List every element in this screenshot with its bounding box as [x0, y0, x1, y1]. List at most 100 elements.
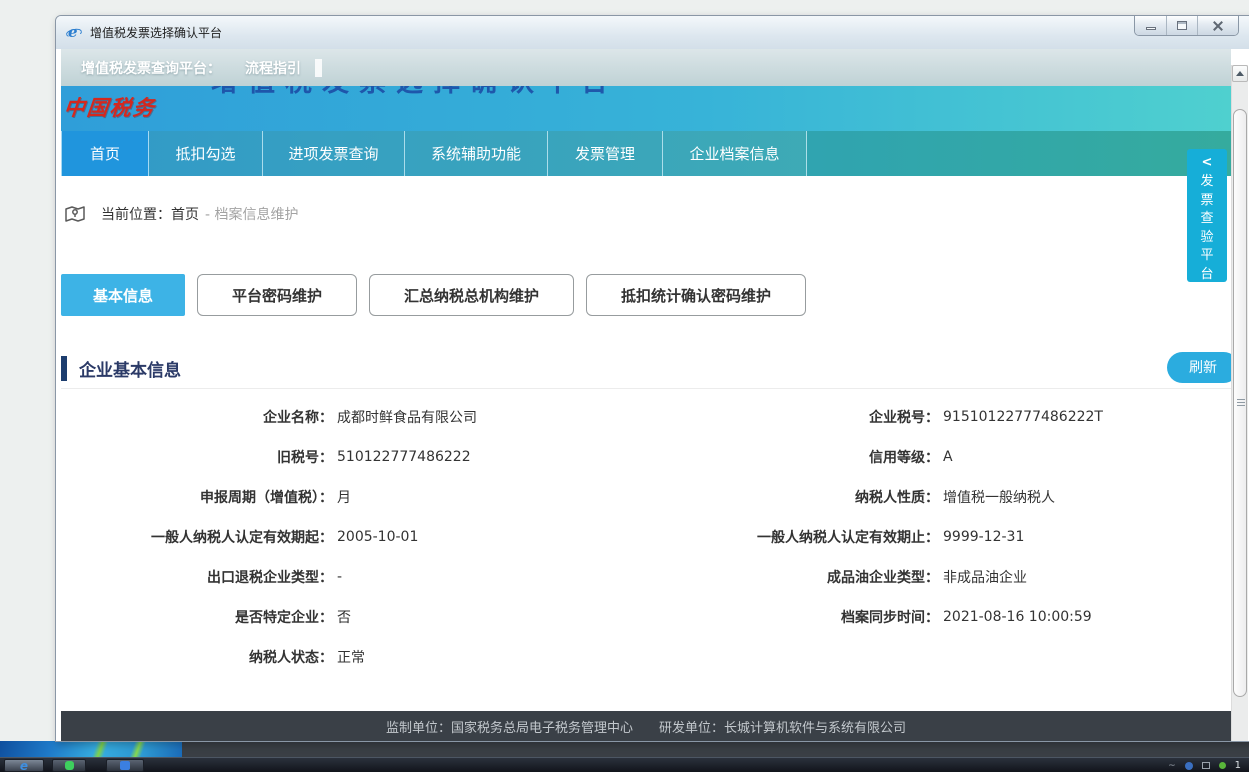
- field-value: 正常: [337, 647, 365, 667]
- taskbar: e ~ 1: [0, 757, 1249, 772]
- window-controls: [1134, 16, 1239, 36]
- field-value: 2021-08-16 10:00:59: [943, 609, 1092, 625]
- form-row: 申报周期（增值税）：月 纳税人性质：增值税一般纳税人: [61, 477, 1231, 517]
- field-label: 一般人纳税人认定有效期起：: [61, 527, 333, 547]
- platform-label: 增值税发票查询平台：: [81, 58, 221, 78]
- browser-window: e 增值税发票选择确认平台 增值税发票查询平台： 流程指引 中国税务 增值税发票…: [55, 15, 1249, 742]
- subtab-platform-password[interactable]: 平台密码维护: [197, 274, 357, 316]
- tray-status-icon: [1219, 762, 1226, 769]
- subtab-bar: 基本信息 平台密码维护 汇总纳税总机构维护 抵扣统计确认密码维护: [61, 274, 1231, 316]
- enterprise-info-form: 企业名称：成都时鲜食品有限公司 企业税号：91510122777486222T …: [61, 397, 1231, 677]
- section-title: 企业基本信息: [79, 356, 181, 381]
- field-label: 档案同步时间：: [649, 607, 939, 627]
- browser-client-area: 增值税发票查询平台： 流程指引 中国税务 增值税发票选择确认平台 首页 抵扣勾选…: [56, 49, 1249, 741]
- nav-tab-system-aux[interactable]: 系统辅助功能: [405, 131, 548, 176]
- footer-supervisor: 监制单位：国家税务总局电子税务管理中心: [386, 717, 633, 736]
- field-value: 成都时鲜食品有限公司: [337, 407, 477, 427]
- form-row: 纳税人状态：正常: [61, 637, 1231, 677]
- form-row: 旧税号：510122777486222 信用等级：A: [61, 437, 1231, 477]
- background-band: [182, 741, 1249, 757]
- form-row: 是否特定企业：否 档案同步时间：2021-08-16 10:00:59: [61, 597, 1231, 637]
- close-button[interactable]: [1197, 16, 1238, 35]
- nav-tab-enterprise-archive[interactable]: 企业档案信息: [663, 131, 807, 176]
- nav-tab-home[interactable]: 首页: [61, 131, 149, 176]
- window-title: 增值税发票选择确认平台: [90, 24, 222, 41]
- field-label: 纳税人性质：: [649, 487, 939, 507]
- field-value: 9999-12-31: [943, 529, 1024, 545]
- field-value: A: [943, 449, 953, 465]
- page-footer: 监制单位：国家税务总局电子税务管理中心 研发单位：长城计算机软件与系统有限公司: [61, 711, 1231, 741]
- nav-tab-deduction-check[interactable]: 抵扣勾选: [149, 131, 263, 176]
- subtab-deduction-confirm-password[interactable]: 抵扣统计确认密码维护: [586, 274, 806, 316]
- form-row: 出口退税企业类型：- 成品油企业类型：非成品油企业: [61, 557, 1231, 597]
- system-tray[interactable]: ~ 1: [1168, 758, 1241, 772]
- tray-network-icon: [1185, 762, 1193, 770]
- field-label: 一般人纳税人认定有效期止：: [649, 527, 939, 547]
- field-value: 510122777486222: [337, 449, 471, 465]
- page-content: 当前位置：首页 - 档案信息维护 基本信息 平台密码维护 汇总纳税总机构维护 抵…: [61, 176, 1231, 741]
- platform-topbar: 增值税发票查询平台： 流程指引: [61, 49, 1231, 86]
- field-label: 出口退税企业类型：: [61, 567, 333, 587]
- field-label: 是否特定企业：: [61, 607, 333, 627]
- taskbar-ie-button[interactable]: e: [4, 759, 44, 772]
- desktop-wallpaper: [0, 741, 182, 757]
- nav-tab-invoice-mgmt[interactable]: 发票管理: [548, 131, 663, 176]
- field-value: 91510122777486222T: [943, 409, 1103, 425]
- field-label: 旧税号：: [61, 447, 333, 467]
- field-value: 2005-10-01: [337, 529, 418, 545]
- process-guide-link[interactable]: 流程指引: [245, 58, 301, 78]
- blue-app-icon: [120, 761, 130, 770]
- breadcrumb: 当前位置：首页 - 档案信息维护: [63, 196, 1231, 232]
- desktop: { "colors": { "banner_left": "#2f9ed9", …: [0, 0, 1249, 772]
- breadcrumb-location: 当前位置：首页: [101, 204, 199, 224]
- ie-icon: e: [66, 25, 83, 41]
- minimize-button[interactable]: [1135, 16, 1166, 35]
- restore-icon: [1177, 21, 1187, 30]
- field-label: 申报周期（增值税）：: [61, 487, 333, 507]
- field-value: 非成品油企业: [943, 567, 1027, 587]
- field-value: 月: [337, 487, 351, 507]
- taskbar-app-button-green[interactable]: [52, 759, 86, 772]
- map-location-icon: [63, 202, 87, 226]
- green-app-icon: [65, 761, 74, 770]
- section-divider: [61, 388, 1231, 389]
- form-row: 企业名称：成都时鲜食品有限公司 企业税号：91510122777486222T: [61, 397, 1231, 437]
- field-label: 纳税人状态：: [61, 647, 333, 667]
- field-label: 信用等级：: [649, 447, 939, 467]
- tray-tilde-icon: ~: [1168, 761, 1176, 771]
- arrow-up-icon: [1236, 71, 1244, 76]
- close-icon: [1212, 21, 1224, 31]
- breadcrumb-current: - 档案信息维护: [205, 204, 299, 224]
- field-value: 否: [337, 607, 351, 627]
- scrollbar-thumb[interactable]: [1233, 109, 1247, 697]
- ie-icon: e: [20, 760, 28, 772]
- subtab-basic-info[interactable]: 基本信息: [61, 274, 185, 316]
- form-row: 一般人纳税人认定有效期起：2005-10-01 一般人纳税人认定有效期止：999…: [61, 517, 1231, 557]
- field-value: 增值税一般纳税人: [943, 487, 1055, 507]
- header-banner: 中国税务 增值税发票选择确认平台: [61, 86, 1231, 131]
- scrollbar-grip-icon: [1237, 399, 1245, 408]
- section-header: 企业基本信息 刷新: [61, 352, 1231, 384]
- banner-clipped-title: 增值税发票选择确认平台: [211, 86, 618, 96]
- minimize-icon: [1146, 27, 1156, 30]
- china-tax-logo: 中国税务: [62, 92, 157, 122]
- field-label: 企业名称：: [61, 407, 333, 427]
- taskbar-app-button-blue[interactable]: [106, 759, 144, 772]
- nav-spacer: [807, 131, 1231, 176]
- side-tab-label: 发票查验平台: [1200, 173, 1215, 284]
- refresh-button[interactable]: 刷新: [1167, 352, 1239, 383]
- field-label: 成品油企业类型：: [649, 567, 939, 587]
- vertical-scrollbar[interactable]: [1231, 65, 1248, 741]
- nav-tab-input-invoice-query[interactable]: 进项发票查询: [263, 131, 405, 176]
- window-titlebar[interactable]: e 增值税发票选择确认平台: [56, 16, 1249, 49]
- main-nav: 首页 抵扣勾选 进项发票查询 系统辅助功能 发票管理 企业档案信息: [61, 131, 1231, 176]
- subtab-consolidated-tax-org[interactable]: 汇总纳税总机构维护: [369, 274, 574, 316]
- tray-clock-partial: 1: [1235, 760, 1241, 771]
- section-accent-bar: [61, 356, 67, 381]
- chevron-left-icon: <: [1202, 155, 1213, 171]
- highlight-mark: [315, 59, 322, 77]
- tray-window-icon: [1202, 762, 1210, 769]
- invoice-check-platform-tab[interactable]: < 发票查验平台: [1187, 149, 1227, 282]
- restore-button[interactable]: [1166, 16, 1197, 35]
- scrollbar-up-button[interactable]: [1232, 65, 1248, 82]
